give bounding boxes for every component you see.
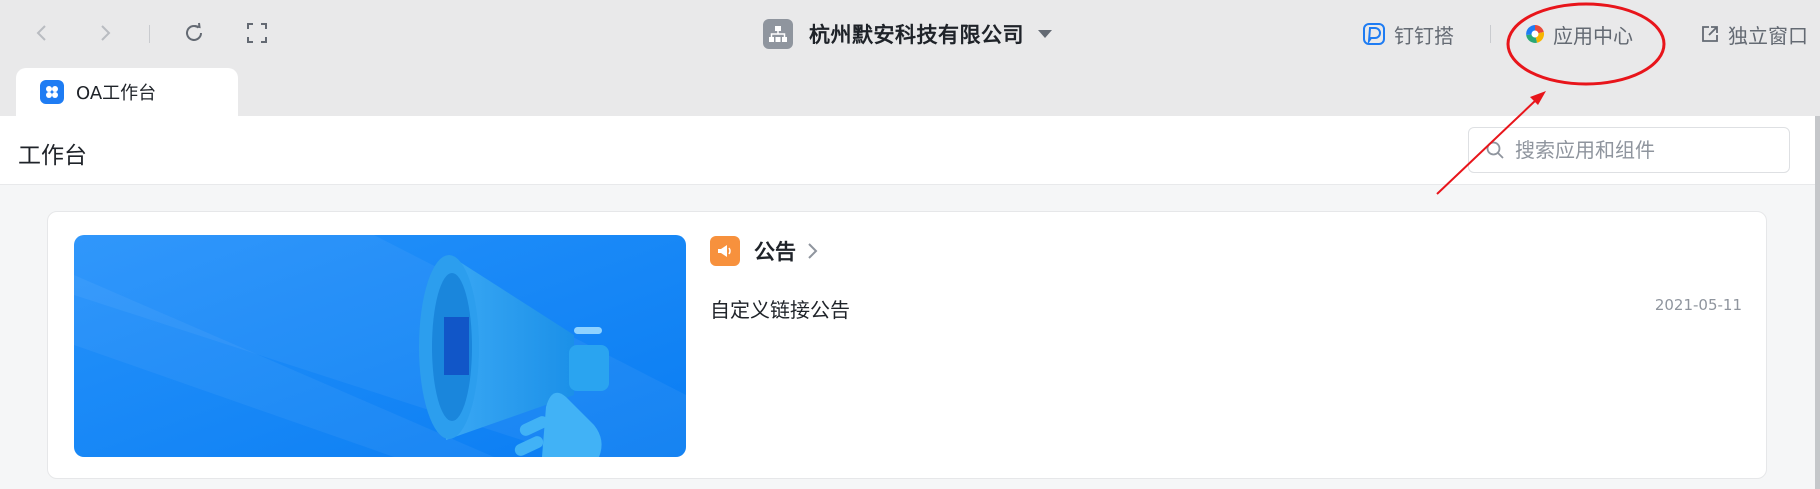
org-switcher[interactable]: 杭州默安科技有限公司 — [763, 18, 1052, 50]
refresh-button[interactable] — [179, 18, 209, 48]
forward-icon — [101, 25, 111, 41]
standalone-window-label: 独立窗口 — [1728, 23, 1808, 48]
standalone-window-button[interactable]: 独立窗口 — [1700, 18, 1808, 50]
megaphone-icon — [710, 236, 740, 266]
page-title: 工作台 — [18, 143, 87, 169]
announcement-date: 2021-05-11 — [1654, 296, 1742, 314]
back-icon — [36, 25, 46, 41]
workbench-icon — [40, 80, 64, 104]
refresh-icon — [186, 22, 202, 41]
dingtalk-icon — [1362, 22, 1386, 46]
scrollbar[interactable] — [1815, 116, 1820, 489]
megaphone-illustration — [74, 235, 686, 457]
toolbar-divider — [1490, 25, 1491, 43]
tab-label: OA工作台 — [76, 83, 157, 104]
chevron-right-icon — [806, 241, 820, 261]
app-center-button[interactable]: 应用中心 — [1525, 18, 1633, 50]
app-center-icon — [1525, 24, 1545, 44]
top-toolbar: 杭州默安科技有限公司 钉钉搭 应用中心 独立窗口 — [0, 0, 1820, 68]
announcement-card: 公告 自定义链接公告 2021-05-11 — [47, 211, 1767, 479]
workspace-header: 工作台 — [0, 116, 1815, 185]
search-icon — [1485, 140, 1505, 160]
fullscreen-button[interactable] — [242, 18, 272, 48]
app-center-label: 应用中心 — [1553, 23, 1633, 48]
search-input[interactable] — [1513, 137, 1777, 163]
announcement-title: 公告 — [754, 240, 796, 264]
search-box[interactable] — [1468, 127, 1790, 173]
tab-oa-workbench[interactable]: OA工作台 — [16, 68, 238, 116]
announcement-banner[interactable] — [74, 235, 686, 457]
org-icon — [763, 19, 793, 49]
org-name: 杭州默安科技有限公司 — [809, 23, 1024, 47]
annotation-arrowhead — [1530, 91, 1546, 105]
toolbar-divider — [149, 25, 150, 43]
back-button[interactable] — [27, 18, 57, 48]
fullscreen-icon — [247, 23, 267, 43]
external-window-icon — [1700, 24, 1720, 44]
chevron-down-icon — [1038, 30, 1052, 38]
announcement-header[interactable]: 公告 — [710, 236, 820, 266]
forward-button[interactable] — [90, 18, 120, 48]
dingtalk-label: 钉钉搭 — [1394, 23, 1454, 48]
announcement-item[interactable]: 自定义链接公告 — [710, 294, 850, 323]
workspace: 工作台 搜索应用和组件 公告 自定义链接公告 2021-05-11 — [0, 116, 1815, 489]
dingtalk-button[interactable]: 钉钉搭 — [1362, 18, 1454, 50]
